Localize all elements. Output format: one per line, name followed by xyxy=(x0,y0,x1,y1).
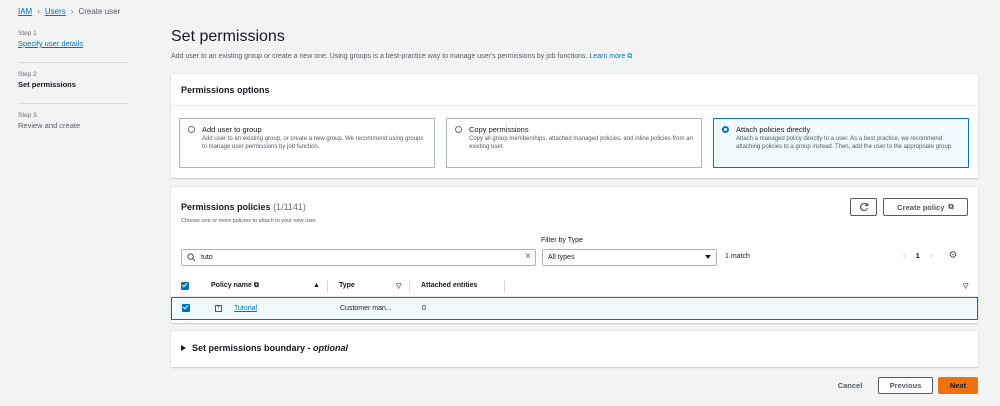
attached-entities: 0 xyxy=(422,305,426,312)
match-count: 1 match xyxy=(725,253,750,260)
page-number[interactable]: 1 xyxy=(916,251,920,260)
expand-icon[interactable]: + xyxy=(215,305,222,312)
refresh-icon xyxy=(859,202,868,212)
step-2-label: Set permissions xyxy=(18,80,76,89)
page-header: Set permissions Add user to an existing … xyxy=(171,28,978,61)
permissions-boundary-panel: Set permissions boundary - optional xyxy=(171,331,978,367)
breadcrumb: IAM › Users › Create user xyxy=(18,7,120,16)
gear-icon[interactable]: ⚙ xyxy=(949,250,958,261)
clear-icon[interactable]: × xyxy=(525,252,531,262)
option-title: Attach policies directly xyxy=(736,125,811,134)
chevron-left-icon[interactable]: ‹ xyxy=(903,251,906,260)
page-description: Add user to an existing group or create … xyxy=(171,53,978,61)
cancel-button[interactable]: Cancel xyxy=(830,377,870,394)
column-divider xyxy=(409,280,410,292)
radio-button[interactable] xyxy=(188,126,195,133)
sort-icon[interactable]: ▽ xyxy=(396,282,401,290)
breadcrumb-users-link[interactable]: Users xyxy=(45,7,66,16)
policies-count: (1/1141) xyxy=(273,202,306,212)
previous-button[interactable]: Previous xyxy=(878,377,933,394)
pagination: ‹ 1 › ⚙ xyxy=(903,250,957,261)
table-row[interactable]: + Tutorial Customer man... 0 xyxy=(171,297,978,320)
column-label: Policy name xyxy=(211,282,252,289)
option-title: Copy permissions xyxy=(469,125,529,134)
filter-label: Filter by Type xyxy=(541,237,583,244)
column-policy-name[interactable]: Policy name ⧉ xyxy=(211,282,259,290)
step-1-link[interactable]: Specify user details xyxy=(18,39,130,48)
column-attached-entities[interactable]: Attached entities xyxy=(421,282,477,289)
external-link-icon: ⧉ xyxy=(627,53,633,60)
step-1: Step 1 Specify user details xyxy=(18,30,130,56)
column-divider xyxy=(327,280,328,292)
policy-type: Customer man... xyxy=(340,305,392,312)
divider xyxy=(18,103,128,104)
radio-button-selected[interactable] xyxy=(722,126,729,133)
page-description-text: Add user to an existing group or create … xyxy=(171,53,588,60)
step-3: Step 3 Review and create xyxy=(18,112,130,138)
caret-right-icon xyxy=(181,345,186,351)
external-link-icon: ⧉ xyxy=(253,282,259,289)
panel-subtitle: Choose one or more policies to attach to… xyxy=(181,218,318,224)
chevron-right-icon: › xyxy=(37,7,40,16)
panel-title: Permissions options xyxy=(181,85,270,95)
option-title: Add user to group xyxy=(202,125,262,134)
policy-name-link[interactable]: Tutorial xyxy=(234,305,257,312)
filter-type-value: All types xyxy=(548,254,575,261)
filter-type-select[interactable]: All types xyxy=(542,249,717,266)
step-number: Step 1 xyxy=(18,30,37,37)
chevron-right-icon[interactable]: › xyxy=(930,251,933,260)
sort-ascending-icon[interactable]: ▲ xyxy=(313,282,320,289)
panel-title: Permissions policies (1/1141) xyxy=(181,202,306,212)
page-title: Set permissions xyxy=(171,28,285,45)
search-icon xyxy=(187,253,196,262)
radio-button[interactable] xyxy=(455,126,462,133)
boundary-label-wrap: Set permissions boundary - optional xyxy=(192,343,348,353)
step-3-label: Review and create xyxy=(18,121,81,130)
breadcrumb-iam-link[interactable]: IAM xyxy=(18,7,32,16)
option-add-to-group[interactable]: Add user to group Add user to an existin… xyxy=(179,118,435,168)
wizard-steps: Step 1 Specify user details Step 2 Set p… xyxy=(18,30,130,138)
boundary-optional: optional xyxy=(313,343,349,353)
caret-down-icon xyxy=(705,255,711,259)
divider xyxy=(18,62,128,63)
chevron-right-icon: › xyxy=(70,7,74,16)
select-all-checkbox[interactable] xyxy=(181,282,189,290)
table-header: Policy name ⧉ ▲ Type ▽ Attached entities… xyxy=(171,275,978,297)
create-policy-button[interactable]: Create policy ⧉ xyxy=(883,198,968,216)
learn-more-label: Learn more xyxy=(589,53,626,60)
column-type[interactable]: Type xyxy=(339,282,355,289)
permissions-policies-panel: Permissions policies (1/1141) Choose one… xyxy=(171,187,978,323)
search-value: tuto xyxy=(201,254,213,261)
boundary-expander[interactable]: Set permissions boundary - optional xyxy=(181,343,348,353)
policies-title: Permissions policies xyxy=(181,202,271,212)
step-number: Step 2 xyxy=(18,71,37,78)
step-2: Step 2 Set permissions xyxy=(18,71,130,97)
step-number: Step 3 xyxy=(18,112,37,119)
search-input[interactable]: tuto × xyxy=(181,249,536,266)
learn-more-link[interactable]: Learn more ⧉ xyxy=(589,53,632,60)
permissions-options-panel: Permissions options Add user to group Ad… xyxy=(171,74,978,178)
column-divider xyxy=(504,280,505,292)
sort-icon[interactable]: ▽ xyxy=(963,282,968,290)
option-description: Copy all group memberships, attached man… xyxy=(469,136,693,150)
option-copy-permissions[interactable]: Copy permissions Copy all group membersh… xyxy=(446,118,702,168)
create-policy-label: Create policy xyxy=(897,202,945,212)
breadcrumb-current: Create user xyxy=(78,7,121,16)
option-attach-policies[interactable]: Attach policies directly Attach a manage… xyxy=(713,118,969,168)
boundary-label: Set permissions boundary - xyxy=(192,343,314,353)
option-description: Add user to an existing group, or create… xyxy=(202,136,424,150)
option-cards: Add user to group Add user to an existin… xyxy=(179,118,969,168)
panel-header: Permissions options xyxy=(171,74,978,106)
row-checkbox[interactable] xyxy=(182,304,190,312)
refresh-button[interactable] xyxy=(850,198,877,216)
external-link-icon: ⧉ xyxy=(948,202,954,211)
option-description: Attach a managed policy directly to a us… xyxy=(736,136,953,150)
next-button[interactable]: Next xyxy=(938,377,978,394)
